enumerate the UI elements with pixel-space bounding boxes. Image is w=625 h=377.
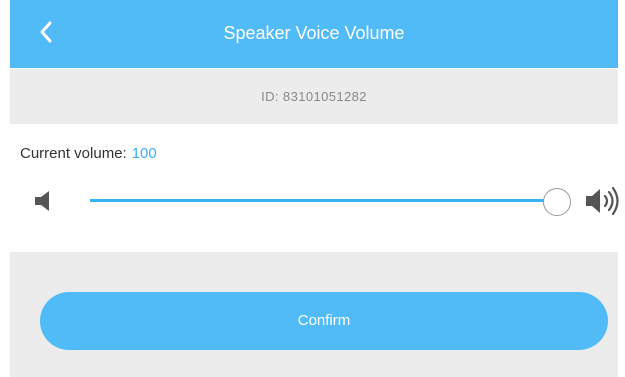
current-volume: Current volume: 100: [20, 145, 157, 162]
confirm-button[interactable]: Confirm: [40, 292, 608, 350]
speaker-high-icon: [586, 186, 619, 216]
device-id: ID: 83101051282: [10, 69, 618, 124]
top-bar: Speaker Voice Volume: [10, 0, 618, 68]
volume-section: Current volume: 100: [0, 124, 625, 252]
volume-slider[interactable]: [90, 199, 550, 202]
volume-slider-fill: [90, 199, 550, 202]
current-volume-value: 100: [131, 145, 157, 162]
speaker-low-icon: [35, 191, 49, 211]
footer-area: Confirm: [10, 252, 618, 377]
current-volume-label: Current volume:: [20, 145, 127, 162]
volume-slider-thumb[interactable]: [543, 188, 571, 216]
page-title: Speaker Voice Volume: [223, 23, 405, 43]
